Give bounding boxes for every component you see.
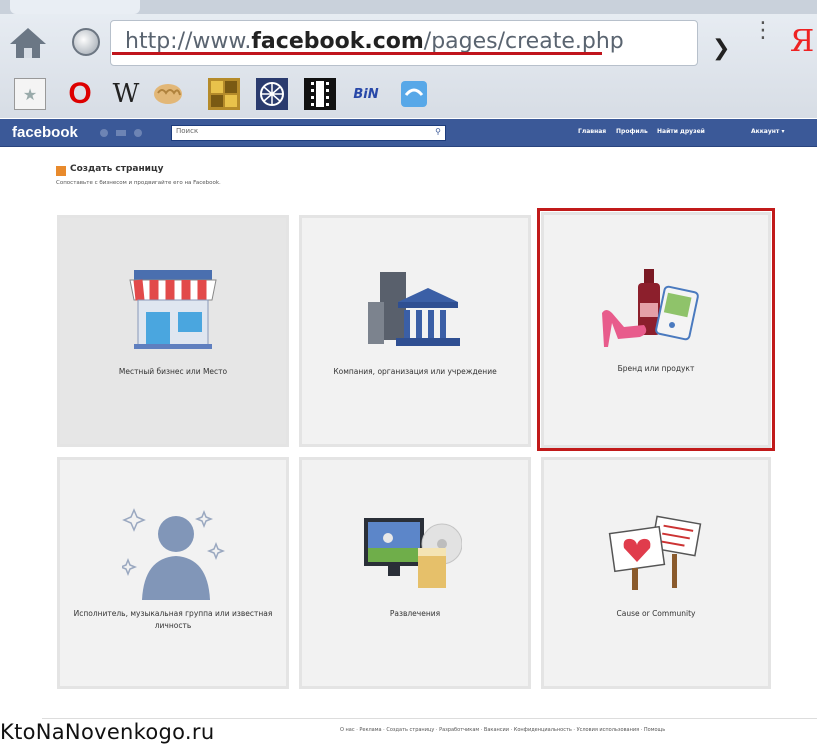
globe-app-icon[interactable] bbox=[256, 78, 288, 110]
category-tile-company[interactable]: Компания, организация или учреждение bbox=[299, 215, 531, 447]
facebook-header: facebook Поиск ⚲ Главная Профиль Найти д… bbox=[0, 119, 817, 147]
highlight-frame-annotation bbox=[537, 208, 775, 451]
category-tile-entertainment[interactable]: Развлечения bbox=[299, 457, 531, 689]
category-tile-artist[interactable]: Исполнитель, музыкальная группа или изве… bbox=[57, 457, 289, 689]
yandex-icon[interactable]: Я bbox=[790, 24, 814, 59]
facebook-logo[interactable]: facebook bbox=[12, 124, 78, 141]
cause-community-icon bbox=[608, 515, 702, 590]
site-watermark: KtoNaNovenkogo.ru bbox=[0, 720, 215, 744]
address-row: http://www.facebook.com/pages/create.php… bbox=[0, 14, 817, 68]
active-tab[interactable] bbox=[10, 0, 140, 14]
browser-chrome: http://www.facebook.com/pages/create.php… bbox=[0, 0, 817, 118]
company-building-icon bbox=[368, 272, 460, 346]
storefront-icon bbox=[129, 270, 217, 349]
page-subtitle: Сопоставьте с бизнесом и продвигайте его… bbox=[56, 180, 221, 186]
url-text: http://www.facebook.com/pages/create.php bbox=[125, 29, 624, 54]
forward-arrow-icon[interactable]: ❯ bbox=[712, 36, 730, 61]
entertainment-icon bbox=[364, 518, 462, 588]
opera-icon[interactable]: O bbox=[64, 77, 96, 110]
brain-icon[interactable] bbox=[152, 78, 184, 110]
blank-page-icon[interactable]: ★ bbox=[14, 78, 46, 110]
tile-label-local-business: Местный бизнес или Место bbox=[118, 367, 228, 376]
bin-icon[interactable]: BiN bbox=[350, 78, 382, 110]
nav-profile[interactable]: Профиль bbox=[616, 128, 648, 135]
footer-divider bbox=[42, 718, 817, 719]
nav-find-friends[interactable]: Найти друзей bbox=[657, 128, 705, 135]
tile-label-cause: Cause or Community bbox=[616, 609, 696, 618]
site-info-icon[interactable] bbox=[72, 28, 100, 56]
wikipedia-icon[interactable]: W bbox=[110, 78, 142, 110]
artist-person-icon bbox=[122, 508, 226, 600]
nav-home[interactable]: Главная bbox=[578, 128, 606, 135]
address-bar[interactable]: http://www.facebook.com/pages/create.php bbox=[110, 20, 698, 66]
nav-account[interactable]: Аккаунт ▾ bbox=[751, 128, 784, 135]
create-page-icon bbox=[56, 166, 66, 176]
footer-links[interactable]: О нас · Реклама · Создать страницу · Раз… bbox=[340, 727, 665, 733]
tile-label-company: Компания, организация или учреждение bbox=[333, 367, 497, 376]
drop-icon[interactable] bbox=[398, 78, 430, 110]
url-underline-annotation bbox=[112, 52, 602, 55]
search-icon[interactable]: ⚲ bbox=[435, 127, 441, 136]
tile-label-artist: Исполнитель, музыкальная группа или изве… bbox=[73, 609, 273, 630]
tab-strip bbox=[0, 0, 817, 14]
tile-label-entertainment: Развлечения bbox=[389, 609, 441, 618]
category-tile-local-business[interactable]: Местный бизнес или Место bbox=[57, 215, 289, 447]
page-title: Создать страницу bbox=[70, 164, 164, 174]
facebook-search-input[interactable]: Поиск ⚲ bbox=[171, 125, 446, 141]
category-tile-cause[interactable]: Cause or Community bbox=[541, 457, 771, 689]
notification-jewels-icon[interactable] bbox=[98, 128, 148, 138]
search-placeholder: Поиск bbox=[176, 127, 199, 135]
puzzle-icon[interactable] bbox=[208, 78, 240, 110]
bookmarks-bar: ★ O W BiN bbox=[0, 70, 817, 118]
film-icon[interactable] bbox=[304, 78, 336, 110]
menu-dots-icon[interactable]: ⋮ bbox=[752, 20, 774, 42]
home-icon[interactable] bbox=[8, 26, 48, 60]
